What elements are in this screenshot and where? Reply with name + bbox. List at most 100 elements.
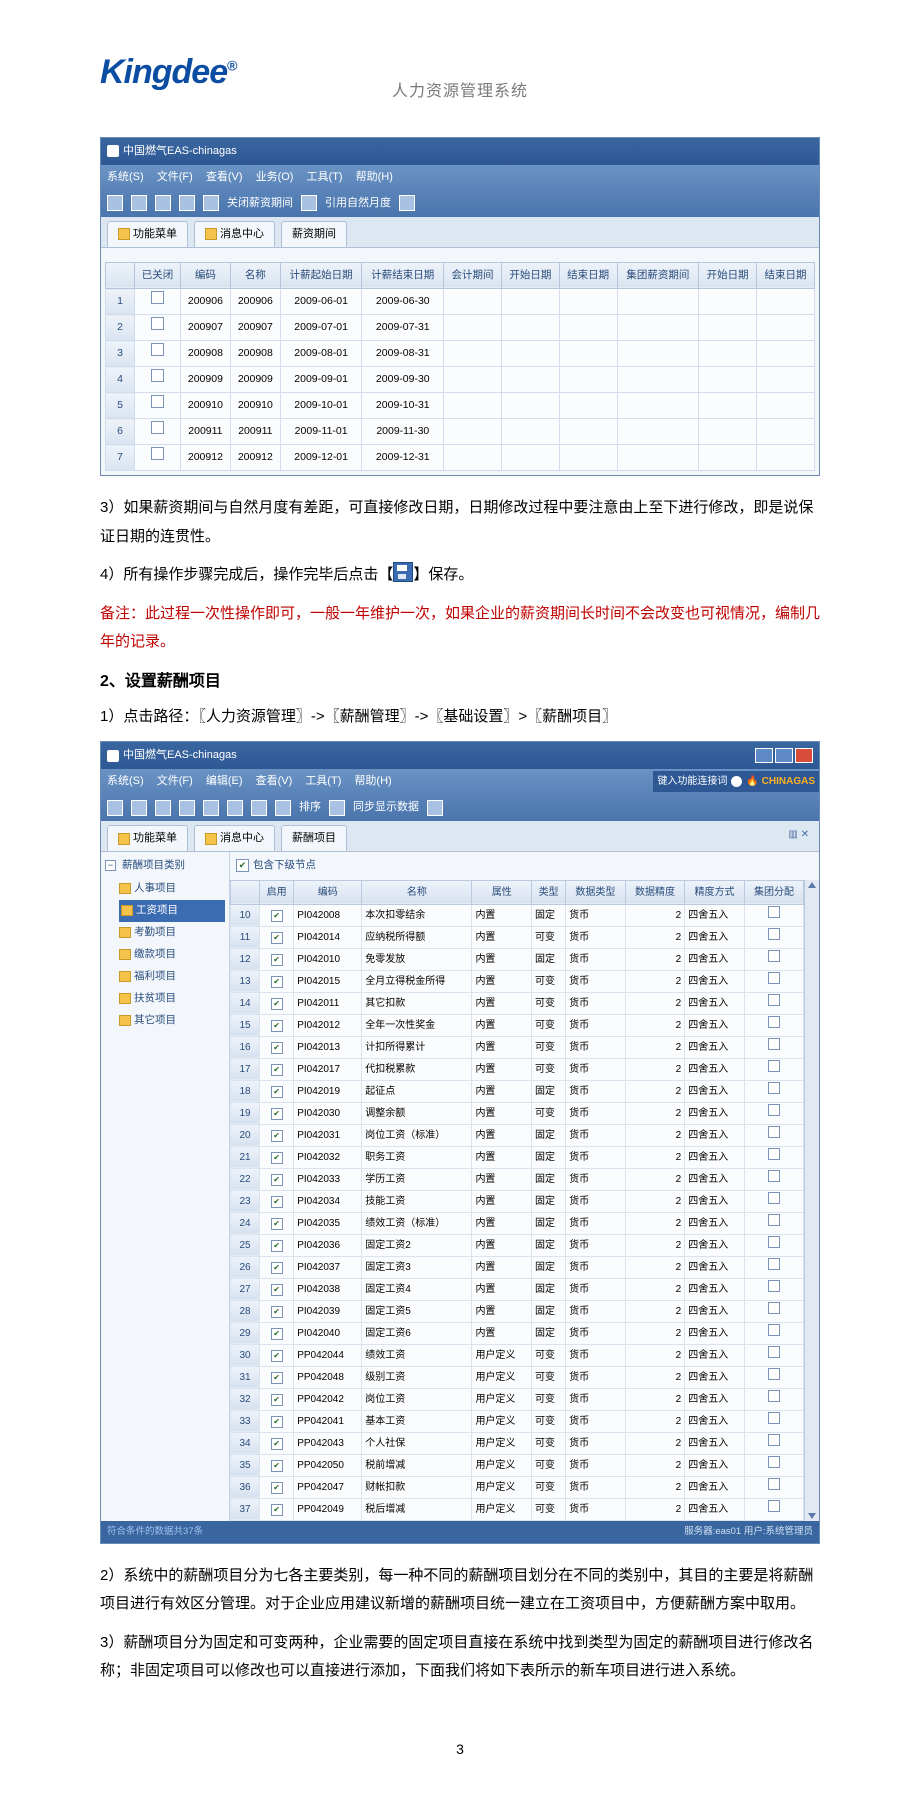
group-checkbox[interactable]	[768, 1456, 780, 1468]
group-checkbox[interactable]	[768, 1104, 780, 1116]
table-row[interactable]: 26✔PI042037固定工资3内置固定货币2四舍五入	[231, 1256, 804, 1278]
enable-checkbox[interactable]: ✔	[271, 954, 283, 966]
group-checkbox[interactable]	[768, 1346, 780, 1358]
group-checkbox[interactable]	[768, 1170, 780, 1182]
table-row[interactable]: 22✔PI042033学历工资内置固定货币2四舍五入	[231, 1168, 804, 1190]
column-header[interactable]: 结束日期	[757, 262, 815, 289]
group-checkbox[interactable]	[768, 1324, 780, 1336]
table-row[interactable]: 21✔PI042032职务工资内置固定货币2四舍五入	[231, 1146, 804, 1168]
scroll-up-icon[interactable]	[808, 882, 816, 888]
enable-checkbox[interactable]: ✔	[271, 1218, 283, 1230]
include-children-checkbox[interactable]: ✔	[236, 859, 249, 872]
checkbox[interactable]	[151, 447, 164, 460]
tool-icon[interactable]	[179, 800, 195, 816]
column-header[interactable]: 开始日期	[699, 262, 757, 289]
table-row[interactable]: 52009102009102009-10-012009-10-31	[106, 393, 815, 419]
column-header[interactable]	[231, 880, 260, 904]
checkbox[interactable]	[151, 291, 164, 304]
table-row[interactable]: 15✔PI042012全年一次性奖金内置可变货币2四舍五入	[231, 1014, 804, 1036]
menu-system[interactable]: 系统(S)	[107, 171, 144, 183]
table-row[interactable]: 30✔PP042044绩效工资用户定义可变货币2四舍五入	[231, 1344, 804, 1366]
tool-icon[interactable]	[227, 800, 243, 816]
enable-checkbox[interactable]: ✔	[271, 1152, 283, 1164]
table-row[interactable]: 25✔PI042036固定工资2内置固定货币2四舍五入	[231, 1234, 804, 1256]
minimize-button[interactable]	[755, 748, 773, 763]
column-header[interactable]: 名称	[362, 880, 472, 904]
tool-icon[interactable]	[155, 195, 171, 211]
group-checkbox[interactable]	[768, 1302, 780, 1314]
use-natural-month-button[interactable]: 引用自然月度	[325, 193, 391, 214]
table-row[interactable]: 32✔PP042042岗位工资用户定义可变货币2四舍五入	[231, 1388, 804, 1410]
menu-tools[interactable]: 工具(T)	[305, 775, 341, 787]
enable-checkbox[interactable]: ✔	[271, 1482, 283, 1494]
tree-item[interactable]: 工资项目	[119, 900, 225, 922]
tab-function-menu[interactable]: 功能菜单	[107, 221, 188, 247]
table-row[interactable]: 11✔PI042014应纳税所得额内置可变货币2四舍五入	[231, 926, 804, 948]
group-checkbox[interactable]	[768, 1038, 780, 1050]
tab-payroll-period[interactable]: 薪资期间	[281, 221, 347, 247]
column-header[interactable]: 集团分配	[744, 880, 804, 904]
enable-checkbox[interactable]: ✔	[271, 910, 283, 922]
enable-checkbox[interactable]: ✔	[271, 1394, 283, 1406]
enable-checkbox[interactable]: ✔	[271, 1064, 283, 1076]
tree-item[interactable]: 扶贫项目	[119, 988, 225, 1010]
menu-view[interactable]: 查看(V)	[206, 171, 243, 183]
group-checkbox[interactable]	[768, 1412, 780, 1424]
table-row[interactable]: 20✔PI042031岗位工资（标准）内置固定货币2四舍五入	[231, 1124, 804, 1146]
column-header[interactable]: 集团薪资期间	[617, 262, 699, 289]
group-checkbox[interactable]	[768, 1280, 780, 1292]
enable-checkbox[interactable]: ✔	[271, 1284, 283, 1296]
enable-checkbox[interactable]: ✔	[271, 1350, 283, 1362]
group-checkbox[interactable]	[768, 1390, 780, 1402]
enable-checkbox[interactable]: ✔	[271, 932, 283, 944]
table-row[interactable]: 29✔PI042040固定工资6内置固定货币2四舍五入	[231, 1322, 804, 1344]
sort-icon[interactable]	[275, 800, 291, 816]
column-header[interactable]	[106, 262, 135, 289]
menu-file[interactable]: 文件(F)	[157, 775, 193, 787]
panel-collapse-icon[interactable]: ▥ ✕	[784, 825, 813, 851]
column-header[interactable]: 类型	[531, 880, 565, 904]
group-checkbox[interactable]	[768, 1016, 780, 1028]
table-row[interactable]: 19✔PI042030调整余额内置可变货币2四舍五入	[231, 1102, 804, 1124]
enable-checkbox[interactable]: ✔	[271, 1174, 283, 1186]
group-checkbox[interactable]	[768, 1368, 780, 1380]
group-checkbox[interactable]	[768, 1082, 780, 1094]
tool-icon[interactable]	[399, 195, 415, 211]
group-checkbox[interactable]	[768, 1214, 780, 1226]
column-header[interactable]: 编码	[180, 262, 230, 289]
group-checkbox[interactable]	[768, 1060, 780, 1072]
table-row[interactable]: 24✔PI042035绩效工资（标准）内置固定货币2四舍五入	[231, 1212, 804, 1234]
tree-item[interactable]: 福利项目	[119, 966, 225, 988]
column-header[interactable]: 编码	[294, 880, 362, 904]
group-checkbox[interactable]	[768, 906, 780, 918]
checkbox[interactable]	[151, 317, 164, 330]
enable-checkbox[interactable]: ✔	[271, 1306, 283, 1318]
column-header[interactable]: 名称	[230, 262, 280, 289]
checkbox[interactable]	[151, 421, 164, 434]
enable-checkbox[interactable]: ✔	[271, 998, 283, 1010]
tab-function-menu[interactable]: 功能菜单	[107, 825, 188, 851]
column-header[interactable]: 计薪起始日期	[280, 262, 362, 289]
enable-checkbox[interactable]: ✔	[271, 1372, 283, 1384]
enable-checkbox[interactable]: ✔	[271, 976, 283, 988]
table-row[interactable]: 33✔PP042041基本工资用户定义可变货币2四舍五入	[231, 1410, 804, 1432]
close-period-button[interactable]: 关闭薪资期间	[227, 193, 293, 214]
table-row[interactable]: 12009062009062009-06-012009-06-30	[106, 289, 815, 315]
group-checkbox[interactable]	[768, 1148, 780, 1160]
group-checkbox[interactable]	[768, 994, 780, 1006]
sync-button[interactable]: 同步显示数据	[353, 797, 419, 818]
checkbox[interactable]	[151, 369, 164, 382]
table-row[interactable]: 12✔PI042010免零发放内置固定货币2四舍五入	[231, 948, 804, 970]
sync-icon[interactable]	[329, 800, 345, 816]
enable-checkbox[interactable]: ✔	[271, 1460, 283, 1472]
tree-item[interactable]: 人事项目	[119, 878, 225, 900]
search-icon[interactable]	[731, 776, 742, 787]
enable-checkbox[interactable]: ✔	[271, 1130, 283, 1142]
group-checkbox[interactable]	[768, 1478, 780, 1490]
table-row[interactable]: 10✔PI042008本次扣零结余内置固定货币2四舍五入	[231, 904, 804, 926]
table-row[interactable]: 31✔PP042048级别工资用户定义可变货币2四舍五入	[231, 1366, 804, 1388]
group-checkbox[interactable]	[768, 928, 780, 940]
table-row[interactable]: 17✔PI042017代扣税累款内置可变货币2四舍五入	[231, 1058, 804, 1080]
scroll-down-icon[interactable]	[808, 1513, 816, 1519]
enable-checkbox[interactable]: ✔	[271, 1328, 283, 1340]
